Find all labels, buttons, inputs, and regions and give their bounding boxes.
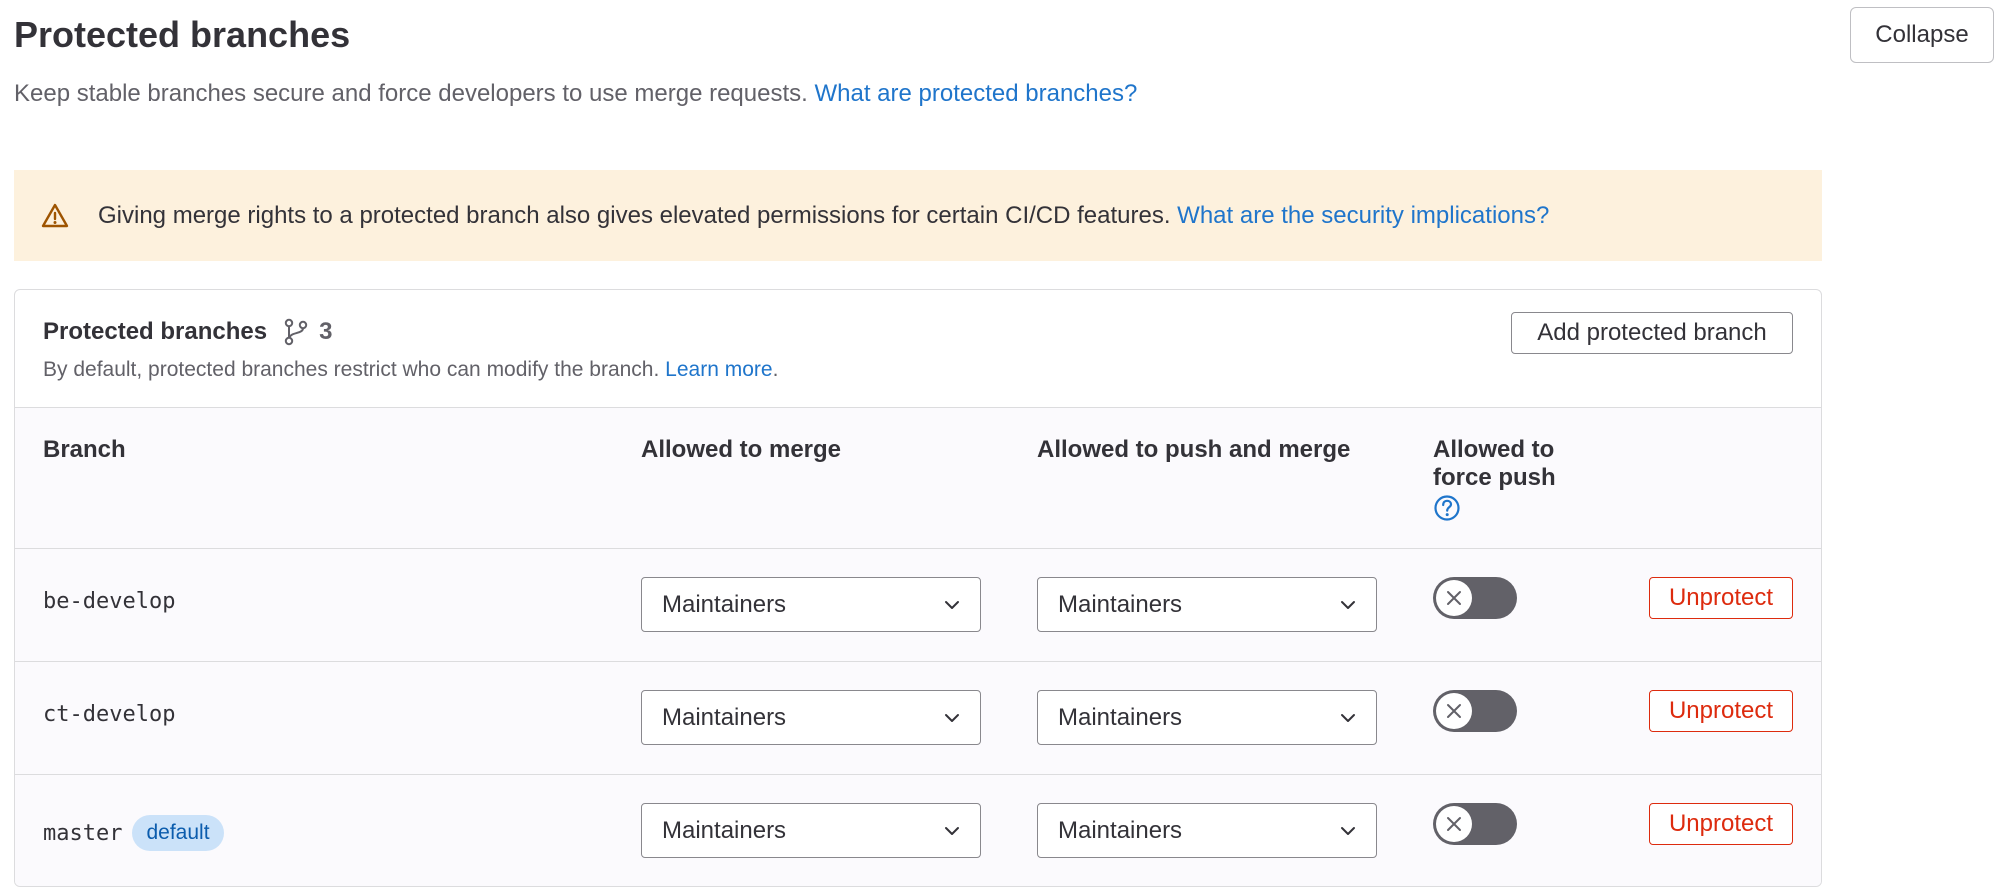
- toggle-knob: [1436, 693, 1472, 729]
- learn-more-link[interactable]: Learn more: [665, 358, 772, 381]
- branch-name: be-develop: [43, 589, 176, 614]
- page-header: Protected branches Keep stable branches …: [14, 0, 1994, 140]
- protected-branches-card: Protected branches 3 By default, protect…: [14, 289, 1822, 887]
- allowed-to-push-select[interactable]: Maintainers: [1037, 803, 1377, 858]
- force-push-toggle[interactable]: [1433, 803, 1517, 845]
- allowed-to-merge-select[interactable]: Maintainers: [641, 803, 981, 858]
- close-icon: [1447, 704, 1461, 718]
- force-push-toggle[interactable]: [1433, 577, 1517, 619]
- chevron-down-icon: [1341, 713, 1355, 722]
- default-badge: default: [132, 815, 224, 851]
- chevron-down-icon: [945, 826, 959, 835]
- column-allowed-to-merge: Allowed to merge: [641, 436, 842, 463]
- toggle-knob: [1436, 580, 1472, 616]
- security-implications-link[interactable]: What are the security implications?: [1177, 202, 1549, 229]
- question-circle-icon[interactable]: [1433, 494, 1461, 522]
- chevron-down-icon: [945, 600, 959, 609]
- table-header: Branch Allowed to merge Allowed to push …: [15, 408, 1821, 549]
- close-icon: [1447, 817, 1461, 831]
- column-allowed-to-force-push: Allowed to force push: [1433, 436, 1593, 522]
- card-title: Protected branches 3: [43, 318, 333, 346]
- table-row: ct-develop Maintainers Maintainers Unpro…: [15, 662, 1821, 775]
- branch-count-value: 3: [319, 318, 333, 345]
- page-description: Keep stable branches secure and force de…: [14, 80, 1137, 108]
- add-protected-branch-button[interactable]: Add protected branch: [1511, 312, 1793, 354]
- unprotect-button[interactable]: Unprotect: [1649, 803, 1793, 845]
- allowed-to-push-select[interactable]: Maintainers: [1037, 690, 1377, 745]
- card-header: Protected branches 3 By default, protect…: [15, 290, 1821, 408]
- protected-branches-help-link[interactable]: What are protected branches?: [814, 80, 1137, 107]
- allowed-to-push-select[interactable]: Maintainers: [1037, 577, 1377, 632]
- unprotect-button[interactable]: Unprotect: [1649, 690, 1793, 732]
- table-row: be-develop Maintainers Maintainers Unpro…: [15, 549, 1821, 662]
- chevron-down-icon: [1341, 600, 1355, 609]
- allowed-to-merge-select[interactable]: Maintainers: [641, 690, 981, 745]
- security-alert: Giving merge rights to a protected branc…: [14, 170, 1822, 261]
- chevron-down-icon: [945, 713, 959, 722]
- column-allowed-to-push: Allowed to push and merge: [1037, 436, 1351, 463]
- page-title: Protected branches: [14, 14, 351, 55]
- chevron-down-icon: [1341, 826, 1355, 835]
- alert-text: Giving merge rights to a protected branc…: [98, 201, 1550, 229]
- branch-name: master default: [43, 815, 224, 851]
- warning-icon: [40, 201, 70, 231]
- branch-name: ct-develop: [43, 702, 176, 727]
- description-text: Keep stable branches secure and force de…: [14, 80, 808, 107]
- force-push-toggle[interactable]: [1433, 690, 1517, 732]
- card-subtitle: By default, protected branches restrict …: [43, 358, 779, 381]
- unprotect-button[interactable]: Unprotect: [1649, 577, 1793, 619]
- column-branch: Branch: [43, 436, 126, 463]
- close-icon: [1447, 591, 1461, 605]
- table-row: master default Maintainers Maintainers U…: [15, 775, 1821, 886]
- collapse-button[interactable]: Collapse: [1850, 7, 1994, 63]
- toggle-knob: [1436, 806, 1472, 842]
- allowed-to-merge-select[interactable]: Maintainers: [641, 577, 981, 632]
- branch-icon: [284, 318, 308, 346]
- branch-count: 3: [283, 318, 332, 346]
